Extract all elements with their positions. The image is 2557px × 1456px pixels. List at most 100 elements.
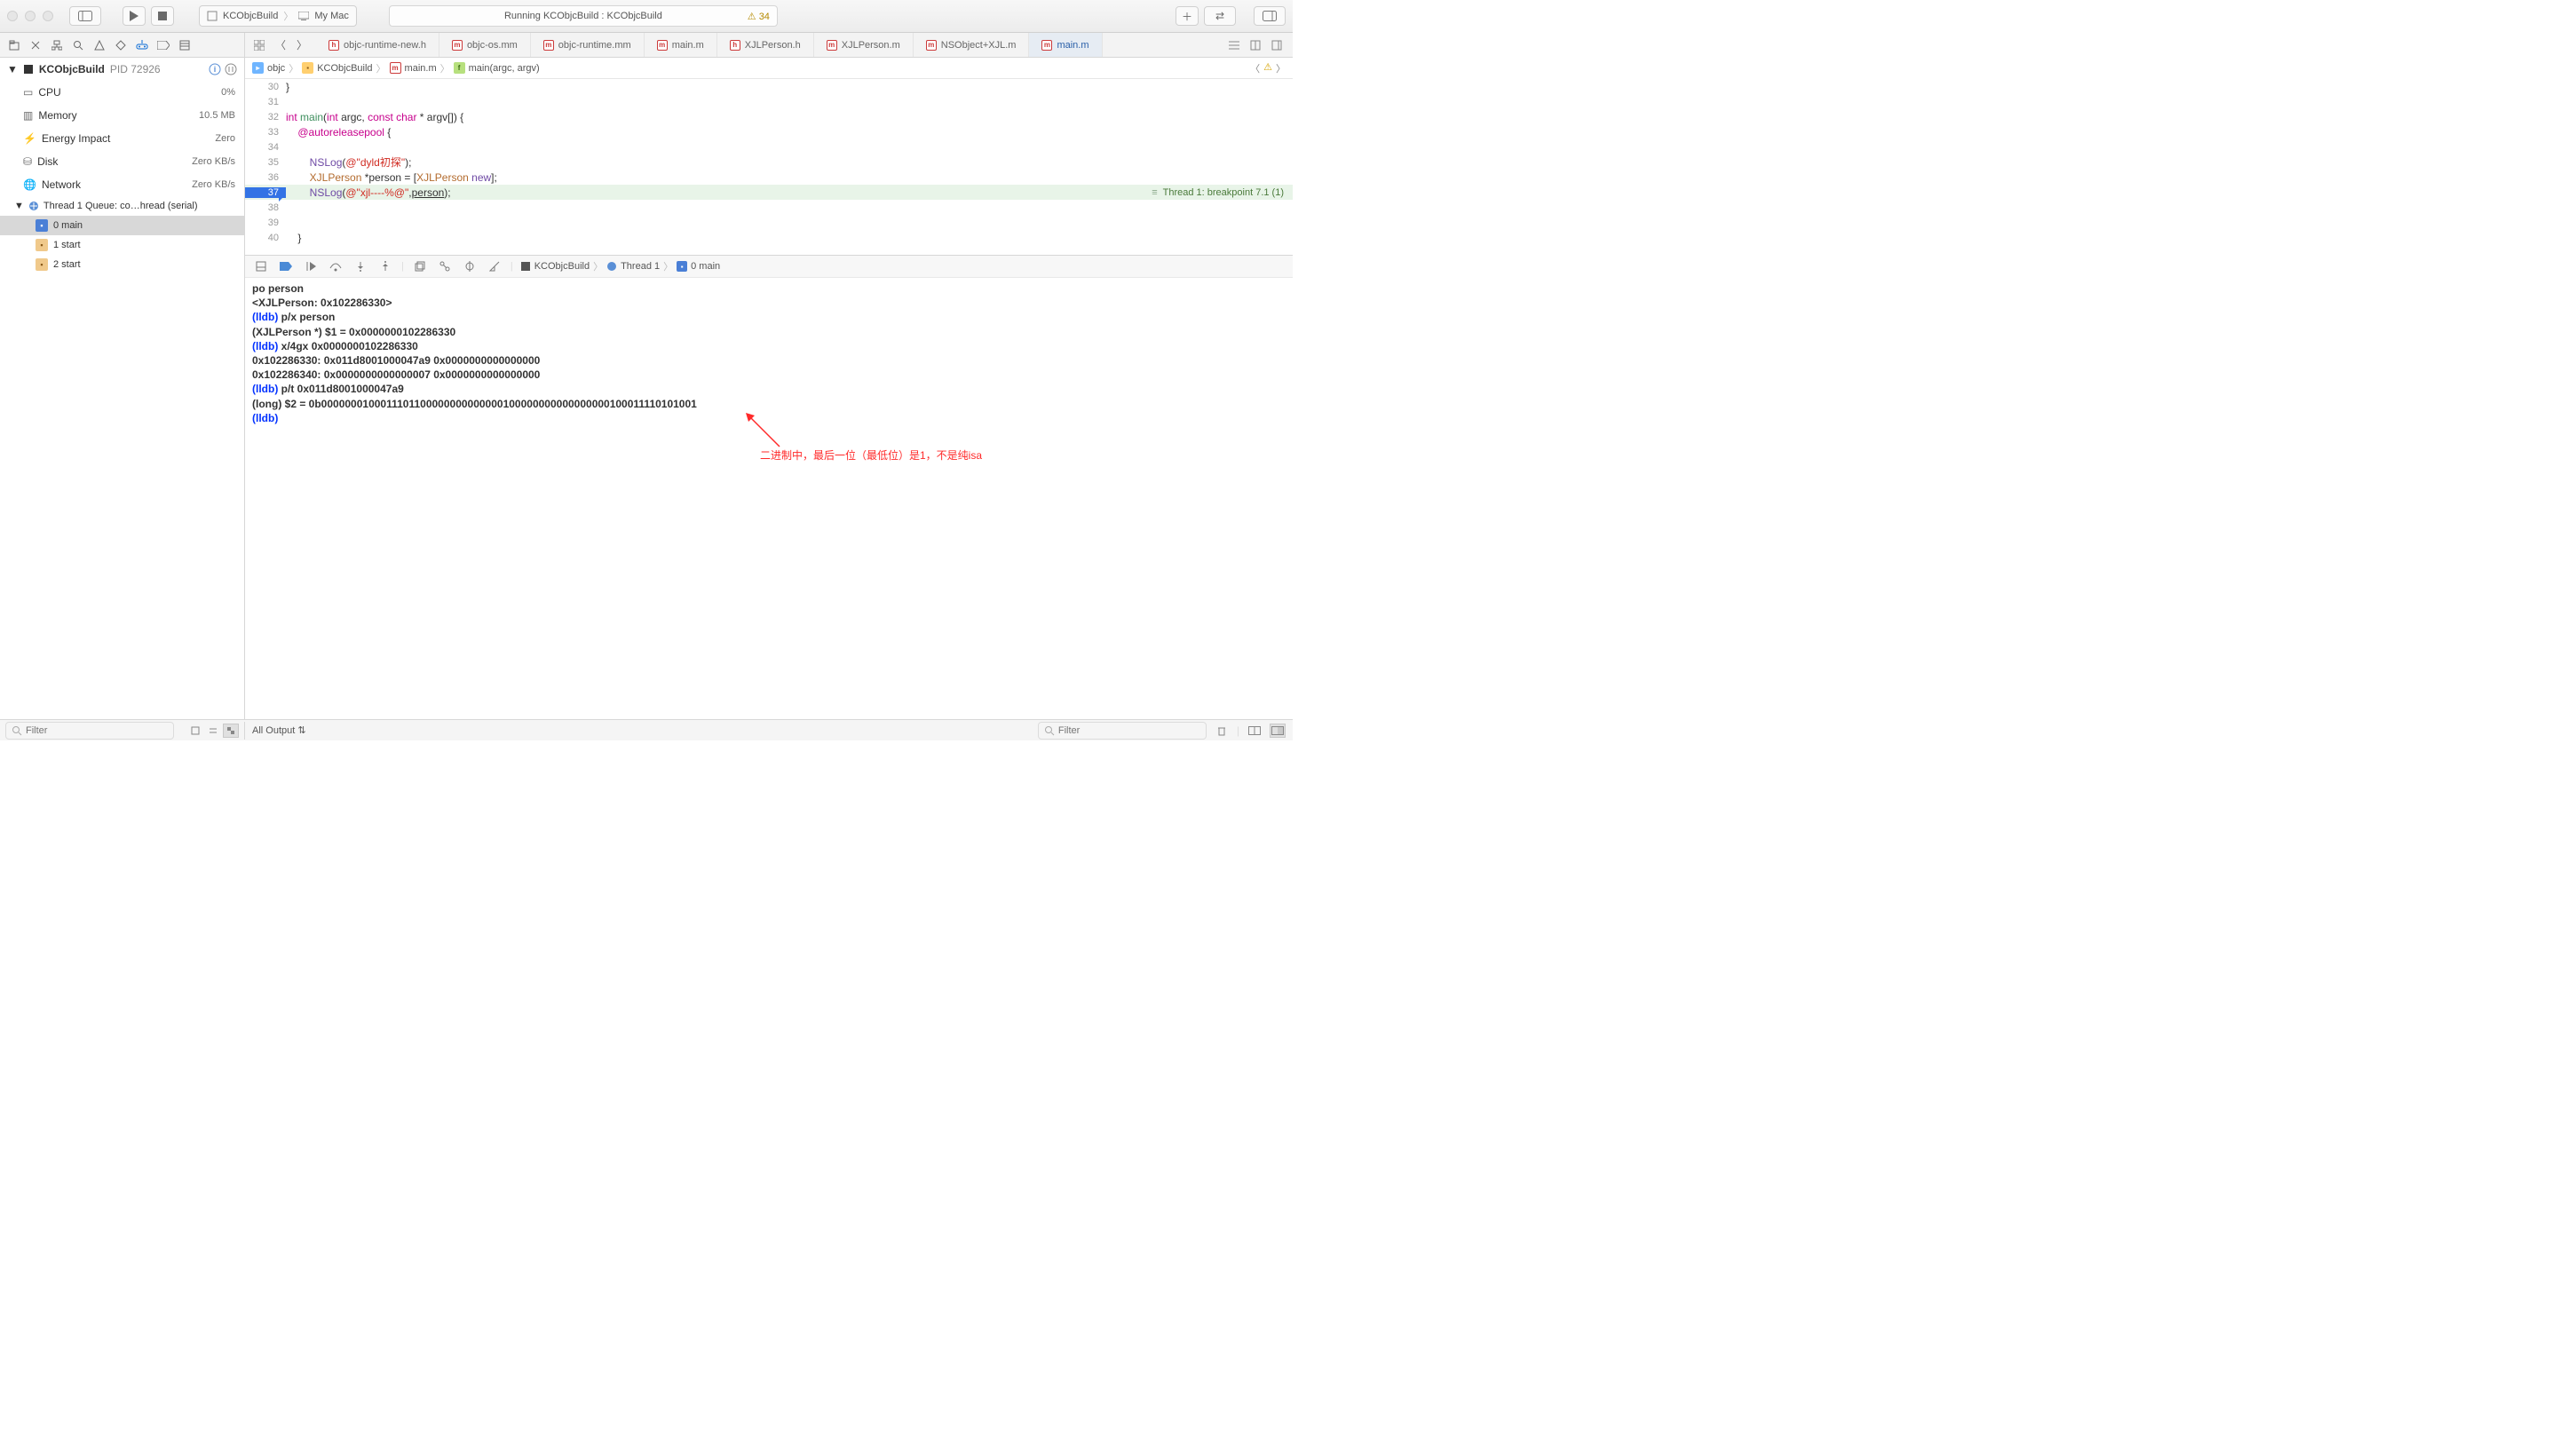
step-into-button[interactable] [352, 257, 369, 275]
continue-button[interactable] [302, 257, 320, 275]
next-issue-button[interactable]: 〉 [1276, 61, 1286, 75]
related-items-button[interactable] [250, 36, 268, 54]
zoom-window-button[interactable] [43, 11, 53, 21]
minimize-window-button[interactable] [25, 11, 36, 21]
code-line[interactable]: 35 NSLog(@"dyld初探"); [245, 154, 1293, 170]
step-over-button[interactable] [327, 257, 344, 275]
nav-reports-icon[interactable] [176, 36, 194, 54]
code-line[interactable]: 31 [245, 94, 1293, 109]
code-line[interactable]: 30} [245, 79, 1293, 94]
nav-debug-icon[interactable] [133, 36, 151, 54]
stack-frame[interactable]: ▪2 start [0, 255, 244, 274]
file-tab-label: objc-runtime.mm [558, 40, 631, 51]
editor-mode-buttons [1218, 33, 1293, 57]
clear-console-button[interactable] [1214, 724, 1230, 738]
code-line[interactable]: 37 NSLog(@"xjl----%@",person);≡Thread 1:… [245, 185, 1293, 200]
editor-only-button[interactable] [1225, 36, 1243, 54]
scheme-selector[interactable]: KCObjcBuild 〉 My Mac [199, 5, 357, 27]
stat-row-cpu[interactable]: ▭CPU0% [0, 81, 244, 104]
filter-crashed-button[interactable] [205, 724, 221, 738]
editor-options-button[interactable]: ⇄ [1204, 6, 1236, 26]
nav-issues-icon[interactable] [91, 36, 108, 54]
simulate-location-button[interactable] [486, 257, 503, 275]
stat-row-net[interactable]: 🌐NetworkZero KB/s [0, 173, 244, 196]
stat-row-energy[interactable]: ⚡Energy ImpactZero [0, 127, 244, 150]
file-tab[interactable]: hXJLPerson.h [717, 33, 814, 57]
hide-debug-area-button[interactable] [252, 257, 270, 275]
stack-frame[interactable]: ▪0 main [0, 216, 244, 235]
source-editor[interactable]: 30}3132int main(int argc, const char * a… [245, 79, 1293, 255]
file-tab[interactable]: mobjc-runtime.mm [531, 33, 645, 57]
code-line[interactable]: 36 XJLPerson *person = [XJLPerson new]; [245, 170, 1293, 185]
file-tab[interactable]: mXJLPerson.m [814, 33, 914, 57]
filter-icon [12, 725, 22, 736]
code-line[interactable]: 33 @autoreleasepool { [245, 124, 1293, 139]
lldb-console[interactable]: 二进制中，最后一位（最低位）是1，不是纯isa po person<XJLPer… [245, 278, 1293, 719]
code-line[interactable]: 34 [245, 139, 1293, 154]
warning-icon[interactable]: ⚠ [1263, 61, 1272, 75]
console-filter-input[interactable] [1058, 725, 1200, 736]
go-back-button[interactable]: 〈 [272, 36, 289, 54]
nav-find-icon[interactable] [69, 36, 87, 54]
process-header[interactable]: ▼ KCObjcBuild PID 72926 i [0, 58, 244, 81]
pause-icon[interactable] [225, 63, 237, 75]
disk-icon: ⛁ [23, 155, 32, 168]
stop-icon [158, 12, 167, 20]
play-icon [130, 11, 139, 21]
nav-source-control-icon[interactable] [27, 36, 44, 54]
debug-crumb[interactable]: KCObjcBuild 〉 Thread 1 〉 ▪ 0 main [520, 259, 720, 273]
minimap-button[interactable] [1268, 36, 1286, 54]
environment-overrides-button[interactable] [461, 257, 479, 275]
debug-memory-graph-button[interactable] [436, 257, 454, 275]
stop-button[interactable] [151, 6, 174, 26]
breakpoints-toggle-button[interactable] [277, 257, 295, 275]
file-tab[interactable]: hobjc-runtime-new.h [316, 33, 439, 57]
file-tab[interactable]: mNSObject+XJL.m [914, 33, 1030, 57]
nav-tests-icon[interactable] [112, 36, 130, 54]
stack-frame[interactable]: ▪1 start [0, 235, 244, 255]
run-button[interactable] [123, 6, 146, 26]
breakpoint-message: Thread 1: breakpoint 7.1 (1) [1163, 187, 1284, 198]
lldb-prompt: (lldb) [252, 412, 278, 424]
code-line[interactable]: 39 [245, 215, 1293, 230]
jump-bar[interactable]: ▸ objc 〉 ▪ KCObjcBuild 〉 m main.m 〉 f ma… [245, 58, 1293, 79]
breakpoint-indicator[interactable]: ≡Thread 1: breakpoint 7.1 (1) [1148, 187, 1287, 198]
issues-badge[interactable]: ⚠ 34 [748, 11, 770, 22]
output-scope-selector[interactable]: All Output ⇅ [252, 724, 306, 736]
toggle-navigator-button[interactable] [69, 6, 101, 26]
toggle-inspector-button[interactable] [1254, 6, 1286, 26]
line-number: 35 [245, 157, 286, 168]
show-console-button[interactable] [1270, 724, 1286, 738]
close-window-button[interactable] [7, 11, 18, 21]
nav-breakpoints-icon[interactable] [154, 36, 172, 54]
activity-viewer[interactable]: Running KCObjcBuild : KCObjcBuild ⚠ 34 [389, 5, 778, 27]
console-filter[interactable] [1038, 722, 1207, 740]
prev-issue-button[interactable]: 〈 [1250, 61, 1260, 75]
file-tab[interactable]: mobjc-os.mm [439, 33, 531, 57]
navigator-filter[interactable] [5, 722, 174, 740]
thread-row[interactable]: ▼ Thread 1 Queue: co…hread (serial) [0, 196, 244, 216]
debug-view-hierarchy-button[interactable] [411, 257, 429, 275]
code-line[interactable]: 38 [245, 200, 1293, 215]
nav-symbol-icon[interactable] [48, 36, 66, 54]
add-editor-button[interactable]: ＋ [1176, 6, 1199, 26]
code-line[interactable]: 40 } [245, 230, 1293, 245]
code-line[interactable]: 32int main(int argc, const char * argv[]… [245, 109, 1293, 124]
file-tab-label: XJLPerson.h [745, 40, 801, 51]
nav-project-icon[interactable] [5, 36, 23, 54]
info-icon[interactable]: i [209, 63, 221, 75]
debug-crumb-thread: Thread 1 [621, 261, 660, 272]
trash-icon [1216, 725, 1227, 736]
canvas-button[interactable] [1247, 36, 1264, 54]
filter-threads-button[interactable] [223, 724, 239, 738]
show-variables-button[interactable] [1247, 724, 1263, 738]
stat-row-mem[interactable]: ▥Memory10.5 MB [0, 104, 244, 127]
stat-row-disk[interactable]: ⛁DiskZero KB/s [0, 150, 244, 173]
step-out-button[interactable] [376, 257, 394, 275]
file-tab-label: main.m [672, 40, 704, 51]
file-tab[interactable]: mmain.m [1029, 33, 1102, 57]
navigator-filter-input[interactable] [26, 725, 168, 736]
filter-recent-button[interactable] [187, 724, 203, 738]
file-tab[interactable]: mmain.m [645, 33, 717, 57]
go-forward-button[interactable]: 〉 [293, 36, 311, 54]
